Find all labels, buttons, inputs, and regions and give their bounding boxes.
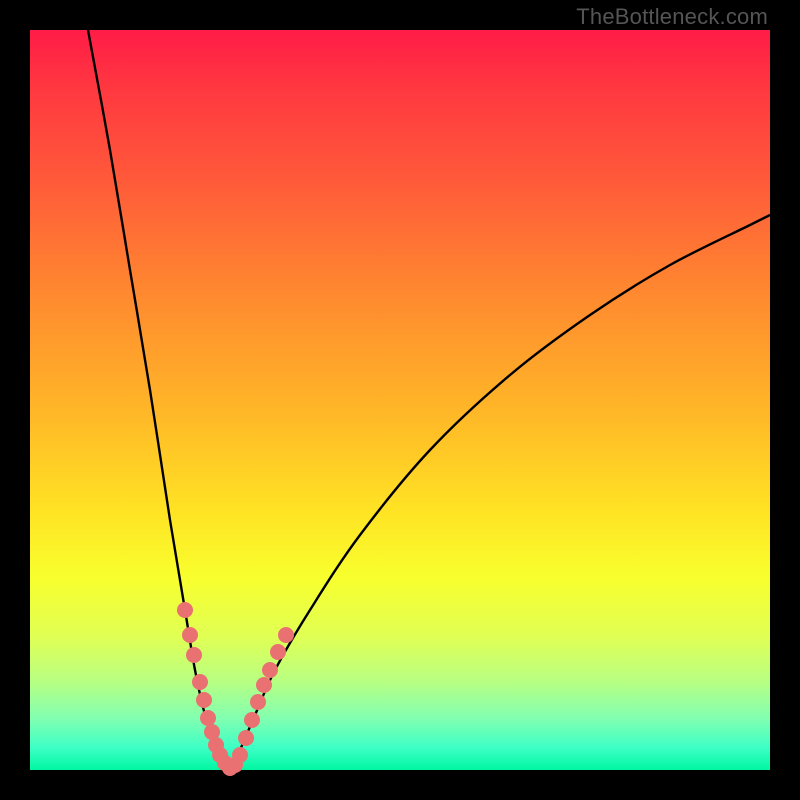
sample-dot [244, 712, 260, 728]
sample-dot [177, 602, 193, 618]
sample-dot [250, 694, 266, 710]
watermark-text: TheBottleneck.com [576, 4, 768, 30]
sample-dot [186, 647, 202, 663]
sample-dot [200, 710, 216, 726]
sample-dot [270, 644, 286, 660]
sample-dot [192, 674, 208, 690]
chart-frame: TheBottleneck.com [0, 0, 800, 800]
plot-area [30, 30, 770, 770]
sample-dot [278, 627, 294, 643]
sample-dots [177, 602, 294, 776]
right-curve [230, 215, 770, 770]
sample-dot [256, 677, 272, 693]
curve-layer [30, 30, 770, 770]
left-curve [88, 30, 230, 770]
sample-dot [262, 662, 278, 678]
sample-dot [182, 627, 198, 643]
sample-dot [232, 747, 248, 763]
sample-dot [238, 730, 254, 746]
sample-dot [196, 692, 212, 708]
